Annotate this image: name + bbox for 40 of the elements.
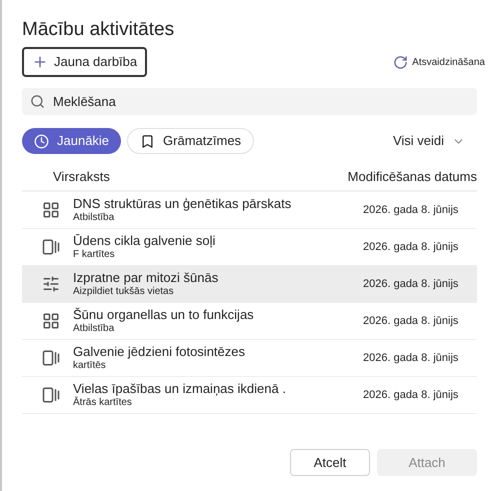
grid-icon — [42, 312, 60, 330]
activity-type: Aizpildiet tukšās vietas — [73, 286, 175, 298]
activity-type: Atbilstība — [73, 322, 116, 336]
grid-icon — [42, 201, 60, 219]
activity-title: Izpratne par mitozi šūnās — [73, 270, 220, 286]
page-title: Mācību aktivitātes — [22, 18, 176, 42]
activity-type: Atbilstība — [73, 212, 116, 224]
activity-title: Šūnu organellas un to funkcijas — [73, 306, 255, 323]
activity-title: Ūdens cikla galvenie soļi — [73, 232, 216, 249]
refresh-icon — [393, 54, 408, 70]
cards-icon — [42, 386, 60, 404]
clock-icon — [34, 134, 49, 148]
bookmark-icon — [140, 134, 156, 148]
cards-icon — [42, 238, 60, 256]
filter-tab[interactable]: Jaunākie — [22, 128, 122, 154]
new-activity-button[interactable]: Jauna darbība — [22, 47, 148, 77]
activity-row[interactable]: Izpratne par mitozi šūnās Aizpildiet tukšās vietas 2026. gada 8. jūnijs — [22, 266, 477, 303]
modified-date: 2026. gada 8. jūnijs — [363, 276, 458, 292]
activity-type: F kartītes — [73, 248, 116, 262]
column-header: Virsraksts — [52, 168, 111, 186]
modified-date: 2026. gada 8. jūnijs — [363, 350, 458, 366]
modified-date: 2026. gada 8. jūnijs — [363, 388, 458, 403]
filter-tab[interactable]: Grāmatzīmes — [127, 128, 254, 154]
activity-title: DNS struktūras un ģenētikas pārskats — [73, 196, 292, 212]
search-field[interactable]: Meklēšana — [22, 88, 477, 115]
cards-icon — [42, 349, 60, 367]
modified-date: 2026. gada 8. jūnijs — [363, 240, 458, 255]
activity-type: Ātrās kartītes — [73, 396, 133, 410]
activity-type: kartītēs — [73, 360, 107, 372]
type-dropdown[interactable]: Visi veidi — [392, 131, 465, 151]
plus-icon — [32, 54, 48, 70]
activity-title: Vielas īpašības un izmaiņas ikdienā . — [73, 380, 287, 396]
search-icon — [30, 94, 45, 109]
dialog-button[interactable]: Atcelt — [290, 449, 370, 476]
activity-title: Galvenie jēdzieni fotosintēzes — [73, 344, 246, 360]
modified-date: 2026. gada 8. jūnijs — [363, 314, 458, 329]
modified-date: 2026. gada 8. jūnijs — [363, 202, 458, 218]
refresh-button[interactable]: Atsvaidzināšana — [393, 54, 485, 70]
column-header: Modificēšanas datums — [348, 168, 477, 186]
sliders-icon — [42, 275, 60, 293]
